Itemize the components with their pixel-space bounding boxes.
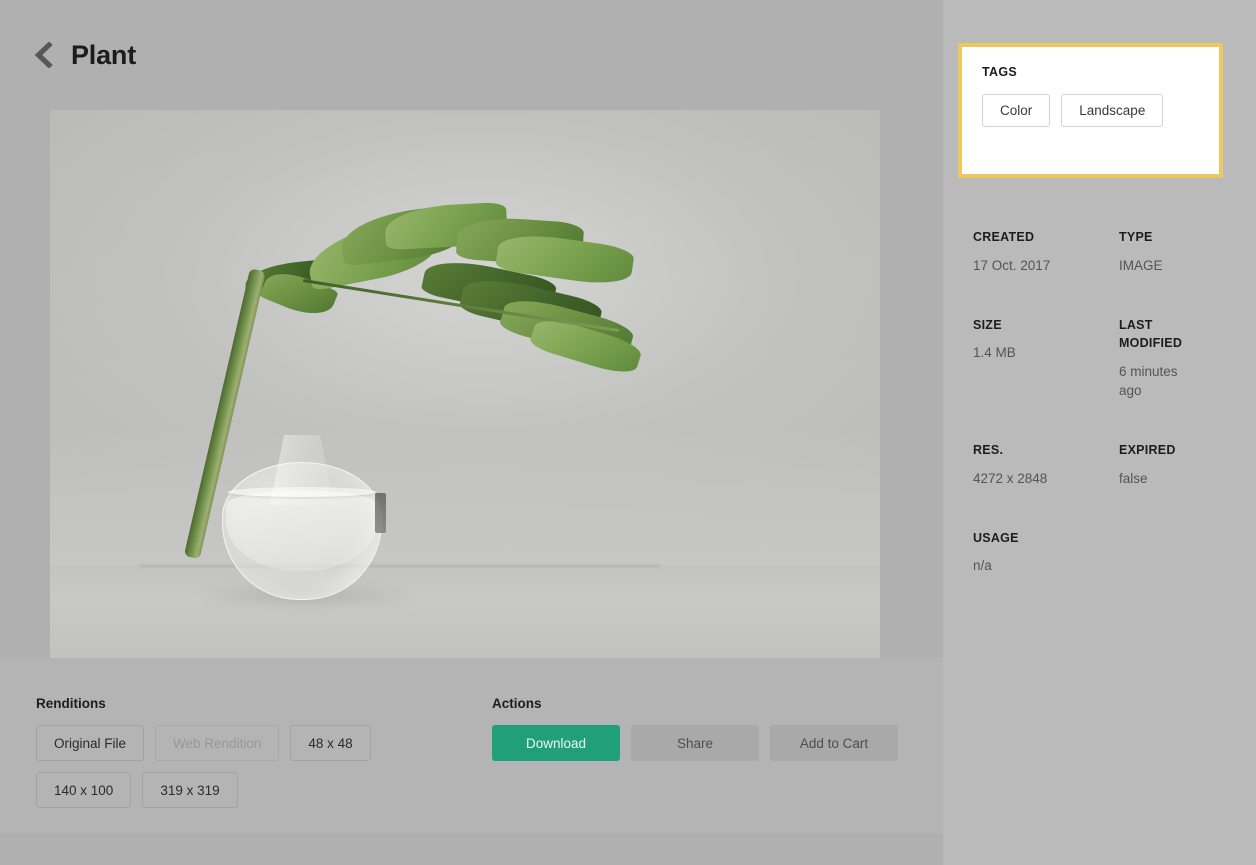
metadata-key-usage: USAGE — [973, 530, 1019, 545]
metadata-key-last-modified: LAST MODIFIED — [1119, 317, 1183, 351]
rendition-button-original-file[interactable]: Original File — [36, 725, 145, 761]
metadata-item-expired: EXPIRED false — [1119, 441, 1199, 529]
rendition-button-web-rendition: Web Rendition — [155, 725, 280, 761]
rendition-button-319x319[interactable]: 319 x 319 — [142, 772, 238, 808]
metadata-item-usage: USAGE n/a — [973, 529, 1119, 617]
page-title: Plant — [71, 39, 137, 70]
tags-panel-label: TAGS — [982, 65, 1017, 79]
metadata-item-created: CREATED 17 Oct. 2017 — [973, 228, 1119, 316]
back-button[interactable] — [27, 40, 57, 70]
share-button[interactable]: Share — [631, 725, 759, 761]
asset-preview-image[interactable] — [50, 110, 880, 658]
tags-list: Color Landscape — [982, 94, 1199, 127]
renditions-title: Renditions — [36, 696, 106, 711]
actions-title: Actions — [492, 696, 542, 711]
metadata-item-last-modified: LAST MODIFIED 6 minutes ago — [1119, 316, 1199, 441]
renditions-section: Renditions Original File Web Rendition 4… — [36, 696, 492, 833]
metadata-value-size: 1.4 MB — [973, 345, 1016, 361]
download-button[interactable]: Download — [492, 725, 620, 761]
photo-surface — [50, 565, 880, 658]
metadata-value-created: 17 Oct. 2017 — [973, 257, 1051, 273]
plant-photo — [50, 110, 880, 658]
metadata-item-size: SIZE 1.4 MB — [973, 316, 1119, 441]
metadata-key-resolution: RES. — [973, 442, 1004, 457]
tag-chip-landscape[interactable]: Landscape — [1061, 94, 1164, 127]
asset-toolbar: Renditions Original File Web Rendition 4… — [0, 658, 943, 833]
main-content-column: Plant Renditions Original File Web Rendi… — [0, 0, 943, 865]
monstera-leaf — [243, 201, 655, 380]
tags-panel: TAGS Color Landscape — [958, 43, 1223, 178]
metadata-value-type: IMAGE — [1119, 257, 1163, 273]
metadata-item-type: TYPE IMAGE — [1119, 228, 1199, 316]
metadata-key-type: TYPE — [1119, 230, 1153, 244]
metadata-grid: CREATED 17 Oct. 2017 TYPE IMAGE SIZE 1.4… — [973, 228, 1199, 616]
metadata-item-spacer — [1119, 529, 1199, 617]
metadata-key-expired: EXPIRED — [1119, 442, 1176, 457]
metadata-value-usage: n/a — [973, 558, 992, 574]
rendition-button-48x48[interactable]: 48 x 48 — [290, 725, 371, 761]
metadata-item-resolution: RES. 4272 x 2848 — [973, 441, 1119, 529]
add-to-cart-button[interactable]: Add to Cart — [770, 725, 898, 761]
tag-chip-color[interactable]: Color — [982, 94, 1051, 127]
asset-detail-page: Plant Renditions Original File Web Rendi… — [0, 0, 1256, 865]
metadata-value-resolution: 4272 x 2848 — [973, 470, 1048, 486]
actions-button-row: Download Share Add to Cart — [492, 725, 898, 761]
metadata-key-created: CREATED — [973, 230, 1035, 244]
metadata-sidebar: TAGS Color Landscape CREATED 17 Oct. 201… — [943, 0, 1256, 865]
glass-vase — [204, 435, 409, 608]
metadata-key-size: SIZE — [973, 317, 1002, 332]
metadata-value-last-modified: 6 minutes ago — [1119, 364, 1178, 399]
renditions-button-row: Original File Web Rendition 48 x 48 140 … — [36, 725, 476, 808]
metadata-value-expired: false — [1119, 470, 1148, 486]
rendition-button-140x100[interactable]: 140 x 100 — [36, 772, 132, 808]
page-header: Plant — [0, 0, 943, 110]
actions-section: Actions Download Share Add to Cart — [492, 696, 898, 833]
chevron-left-icon — [31, 42, 53, 68]
